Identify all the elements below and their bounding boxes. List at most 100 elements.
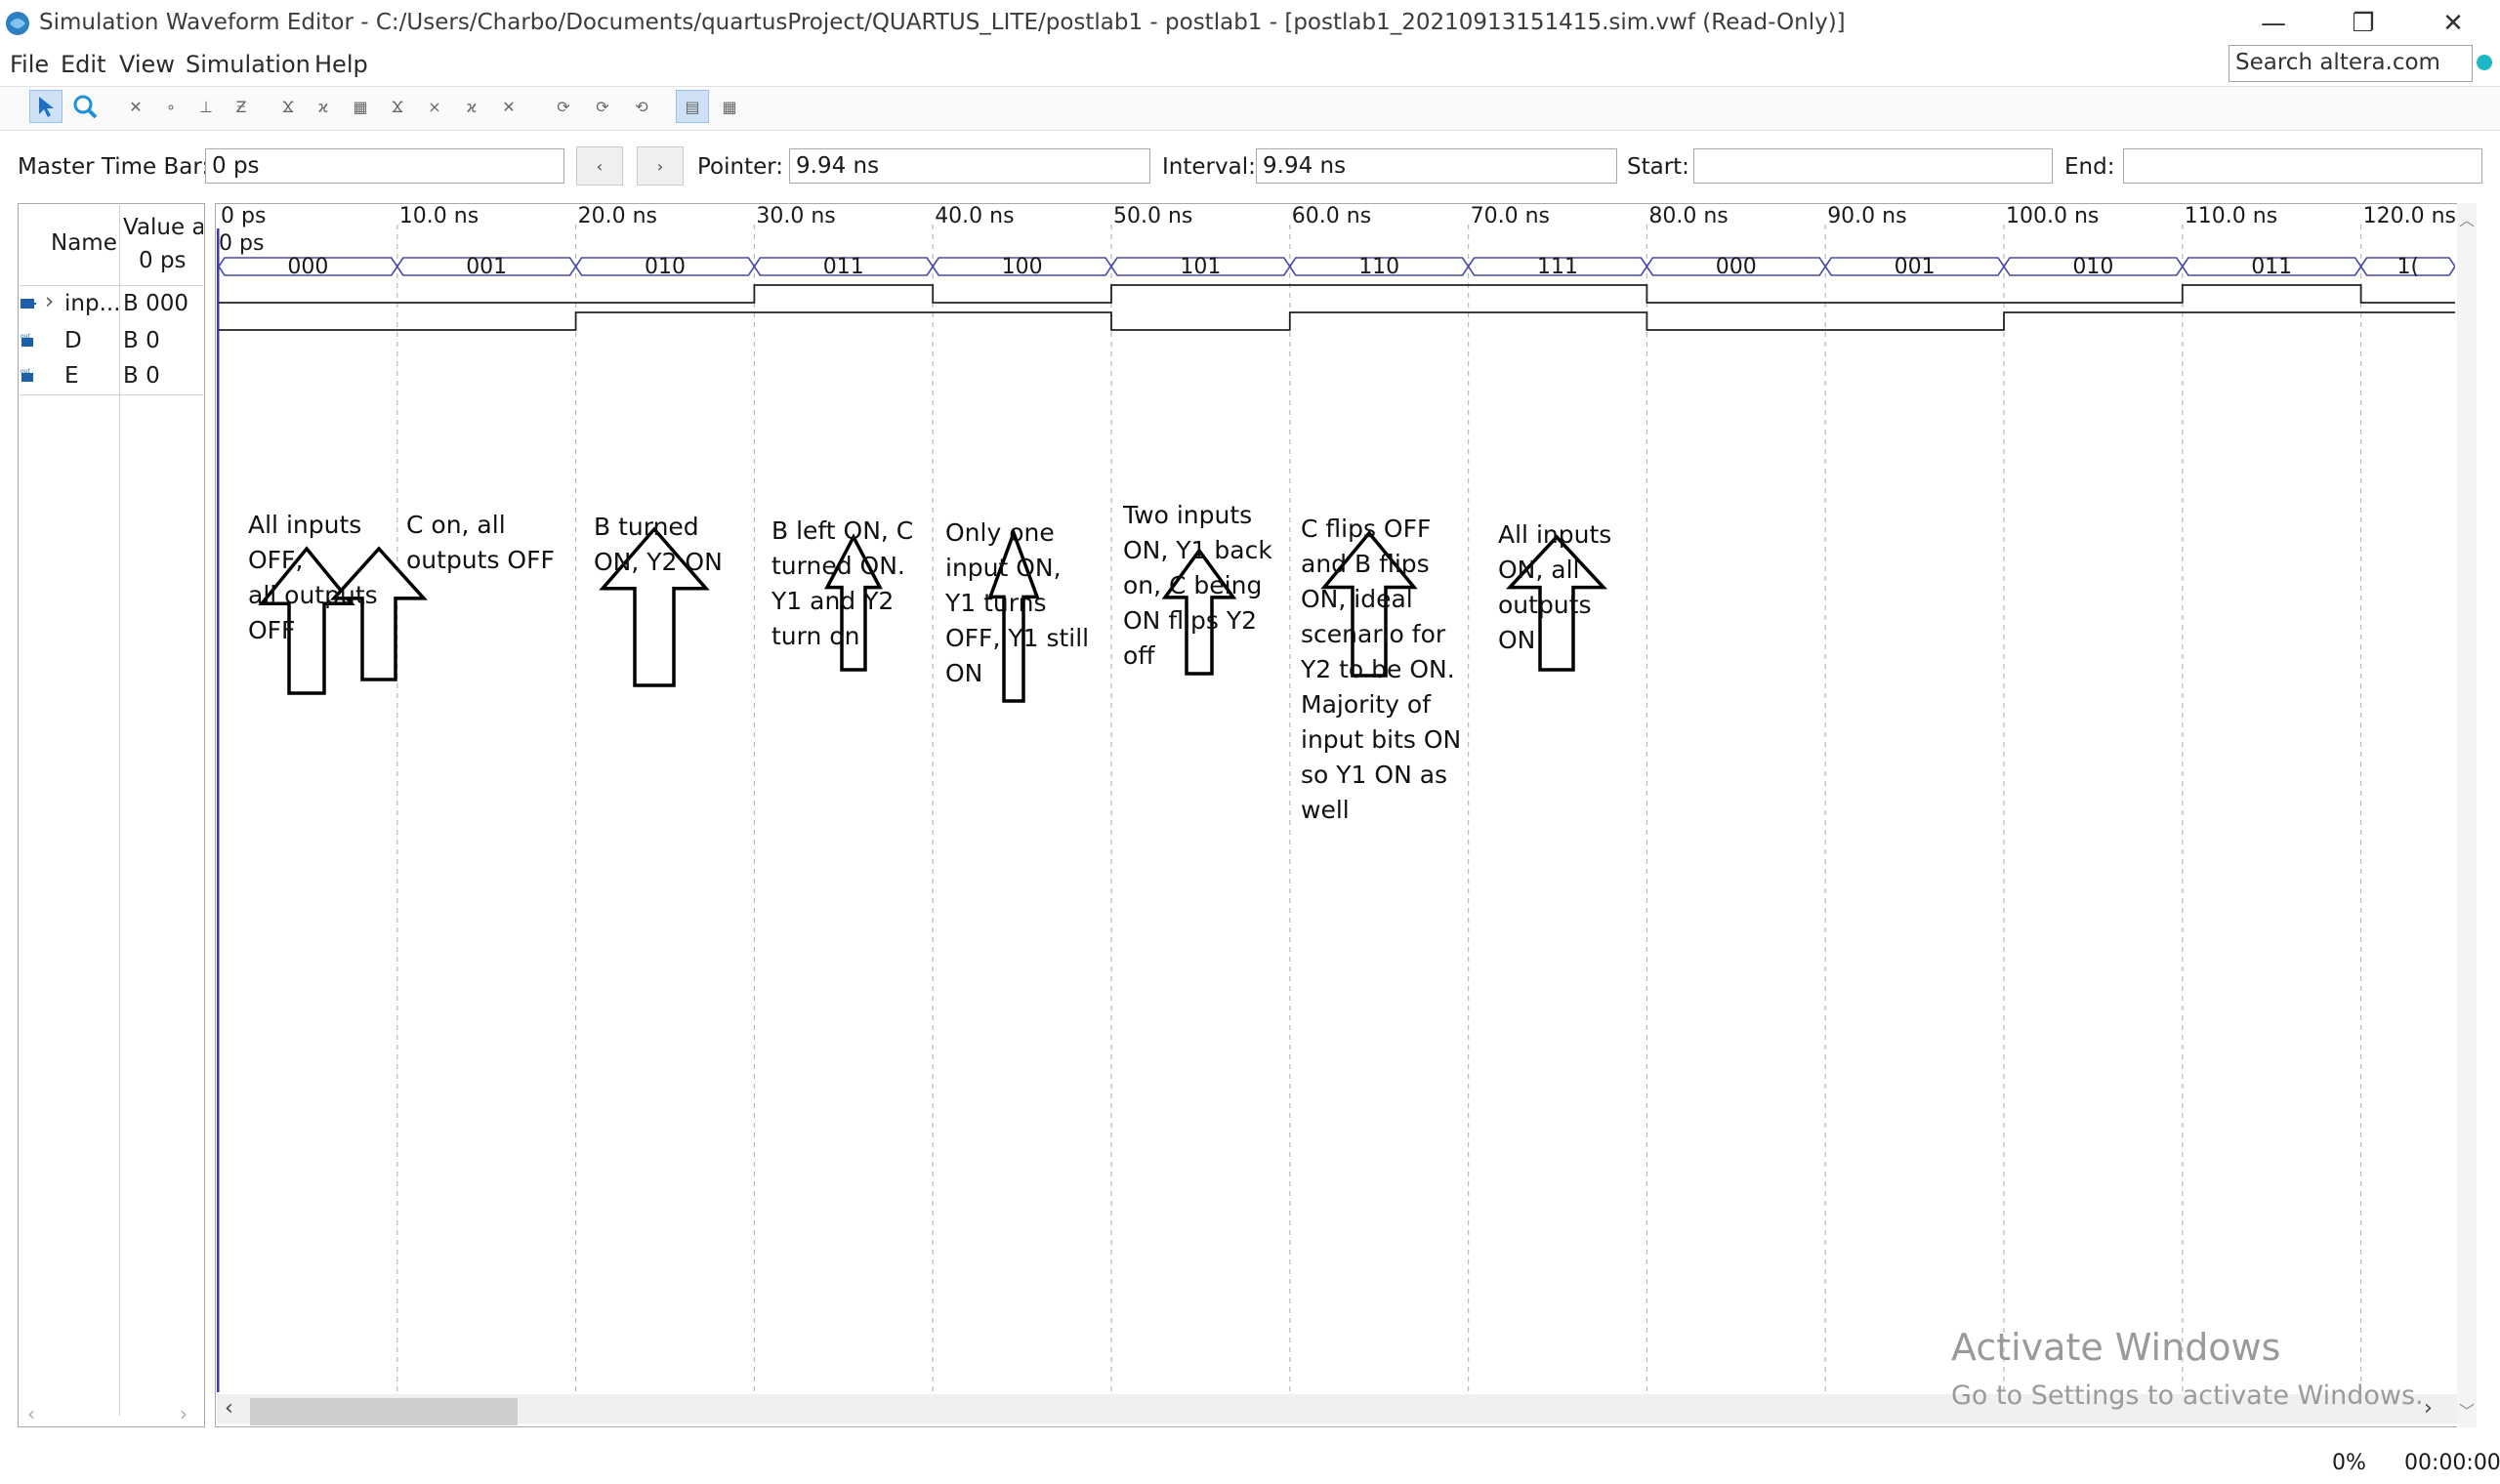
menu-bar xyxy=(0,47,2500,84)
search-input[interactable]: Search altera.com xyxy=(2229,45,2473,82)
time-tick-label: 110.0 ns xyxy=(2185,205,2277,228)
scroll-up-icon[interactable]: ︿ xyxy=(2459,207,2475,230)
end-label: End: xyxy=(2064,154,2115,180)
random-value-icon[interactable]: Ϫ xyxy=(381,90,414,123)
snap-icon[interactable]: ⟳ xyxy=(547,90,580,123)
force-high-icon[interactable]: ⊥ xyxy=(189,90,223,123)
force-low-icon[interactable]: ∘ xyxy=(154,90,188,123)
interval-field[interactable]: 9.94 ns xyxy=(1256,148,1617,184)
menu-view[interactable]: View xyxy=(119,51,175,78)
grid-icon[interactable]: ⟳ xyxy=(586,90,619,123)
annotation-text: All inputs xyxy=(248,511,361,539)
svg-text:out: out xyxy=(21,333,30,340)
window-title: Simulation Waveform Editor - C:/Users/Ch… xyxy=(39,10,1846,35)
activation-watermark-subtitle: Go to Settings to activate Windows. xyxy=(1951,1381,2424,1411)
svg-text:out: out xyxy=(21,368,30,375)
annotation-text: turned ON. xyxy=(771,552,905,580)
annotation-text: B left ON, C xyxy=(771,516,913,545)
annotation-text: on, C being xyxy=(1123,571,1262,599)
scroll-right-icon[interactable]: › xyxy=(2424,1396,2433,1421)
scroll-left-icon[interactable]: ‹ xyxy=(225,1396,233,1421)
annotation-text: Y1 turns xyxy=(944,589,1046,617)
expand-chevron-icon[interactable]: › xyxy=(45,289,54,314)
name-scroll-left-icon[interactable]: ‹ xyxy=(27,1402,35,1425)
timing-sim-icon[interactable]: ▦ xyxy=(713,90,746,123)
time-tick-label: 10.0 ns xyxy=(399,205,479,228)
end-field[interactable] xyxy=(2123,148,2482,184)
input-signal-icon xyxy=(21,299,36,309)
minimize-button[interactable]: — xyxy=(2229,0,2318,47)
bus-value-label: 011 xyxy=(823,255,864,279)
signal-list-pane xyxy=(18,203,205,1427)
scroll-down-icon[interactable]: ﹀ xyxy=(2459,1398,2475,1422)
annotation-text: Y1 and Y2 xyxy=(771,587,894,615)
count-value-icon[interactable]: Ϫ xyxy=(271,90,305,123)
restore-button[interactable]: ❐ xyxy=(2318,0,2408,47)
annotation-text: well xyxy=(1301,796,1350,824)
signal-name-inputs: inp... xyxy=(64,291,121,316)
menu-simulation[interactable]: Simulation xyxy=(186,51,311,78)
interval-label: Interval: xyxy=(1162,154,1256,180)
vertical-scrollbar[interactable] xyxy=(2457,203,2477,1427)
pointer-field[interactable]: 9.94 ns xyxy=(789,148,1150,184)
elapsed-time: 00:00:00 xyxy=(2404,1451,2500,1475)
next-transition-button[interactable]: › xyxy=(637,146,684,186)
name-column-header: Name xyxy=(51,230,117,256)
start-field[interactable] xyxy=(1693,148,2053,184)
annotation-text: so Y1 ON as xyxy=(1301,761,1447,789)
annotation-text: and B flips xyxy=(1301,550,1430,578)
horizontal-scroll-thumb[interactable] xyxy=(250,1398,518,1425)
annotation-text: ON, all xyxy=(1498,556,1579,584)
menu-edit[interactable]: Edit xyxy=(61,51,105,78)
annotation-text: ON flips Y2 xyxy=(1123,606,1257,635)
search-go-icon[interactable] xyxy=(2477,55,2492,70)
menu-file[interactable]: File xyxy=(10,51,49,78)
time-tick-label: 90.0 ns xyxy=(1827,205,1906,228)
weak-value-icon[interactable]: ϰ xyxy=(455,90,488,123)
annotation-text: All inputs xyxy=(1498,520,1611,549)
arbitrary-value-icon[interactable]: ▦ xyxy=(344,90,377,123)
waveform-canvas[interactable]: 0 ps 10.0 ns 20.0 ns 30.0 ns 40.0 ns 50.0 ns 6… xyxy=(217,205,2455,1392)
sort-icon[interactable]: ⟲ xyxy=(625,90,658,123)
annotation-text: C on, all xyxy=(406,511,506,539)
start-label: Start: xyxy=(1627,154,1689,180)
annotation-text: ON, Y1 back xyxy=(1123,536,1272,564)
annotation-text: B turned xyxy=(594,513,699,541)
signal-name-d: D xyxy=(64,328,82,353)
pointer-label: Pointer: xyxy=(697,154,784,180)
bus-value-label: 000 xyxy=(287,255,328,279)
annotation-text: turn on xyxy=(771,622,859,650)
name-scroll-right-icon[interactable]: › xyxy=(180,1402,188,1425)
annotation-text: ON xyxy=(1498,626,1535,654)
functional-sim-icon[interactable]: ▤ xyxy=(676,90,709,123)
overwrite-icon[interactable]: ✕ xyxy=(492,90,525,123)
close-button[interactable]: ✕ xyxy=(2408,0,2498,47)
bus-value-label: 100 xyxy=(1002,255,1043,279)
clock-icon[interactable]: ⨯ xyxy=(418,90,451,123)
master-time-bar-field[interactable]: 0 ps xyxy=(205,148,564,184)
force-unknown-icon[interactable]: ✕ xyxy=(119,90,152,123)
time-tick-label: 40.0 ns xyxy=(935,205,1014,228)
annotation-text: Two inputs xyxy=(1122,501,1252,529)
bus-value-label: 001 xyxy=(1895,255,1936,279)
zoom-tool-icon[interactable] xyxy=(68,90,102,123)
menu-help[interactable]: Help xyxy=(314,51,368,78)
bus-value-label: 111 xyxy=(1537,255,1578,279)
force-z-icon[interactable]: Ƶ xyxy=(225,90,258,123)
annotation-text: off xyxy=(1123,641,1155,670)
annotation-text: Only one xyxy=(945,518,1055,547)
annotation-text: OFF, xyxy=(248,546,303,574)
selection-tool-icon[interactable] xyxy=(29,90,62,123)
output-signal-icon: out xyxy=(21,368,33,382)
cursor-time-label: 0 ps xyxy=(219,231,264,256)
annotation-text: all outputs xyxy=(248,581,378,609)
activation-watermark-title: Activate Windows xyxy=(1951,1326,2281,1369)
annotation-text: ON, ideal xyxy=(1301,585,1413,613)
signal-d-waveform xyxy=(219,284,2455,304)
prev-transition-button[interactable]: ‹ xyxy=(576,146,623,186)
annotation-text: Majority of xyxy=(1301,690,1432,719)
time-tick-label: 80.0 ns xyxy=(1648,205,1728,228)
invert-icon[interactable]: ϰ xyxy=(307,90,340,123)
bus-value-label: 010 xyxy=(645,255,686,279)
signal-name-e: E xyxy=(64,363,79,389)
